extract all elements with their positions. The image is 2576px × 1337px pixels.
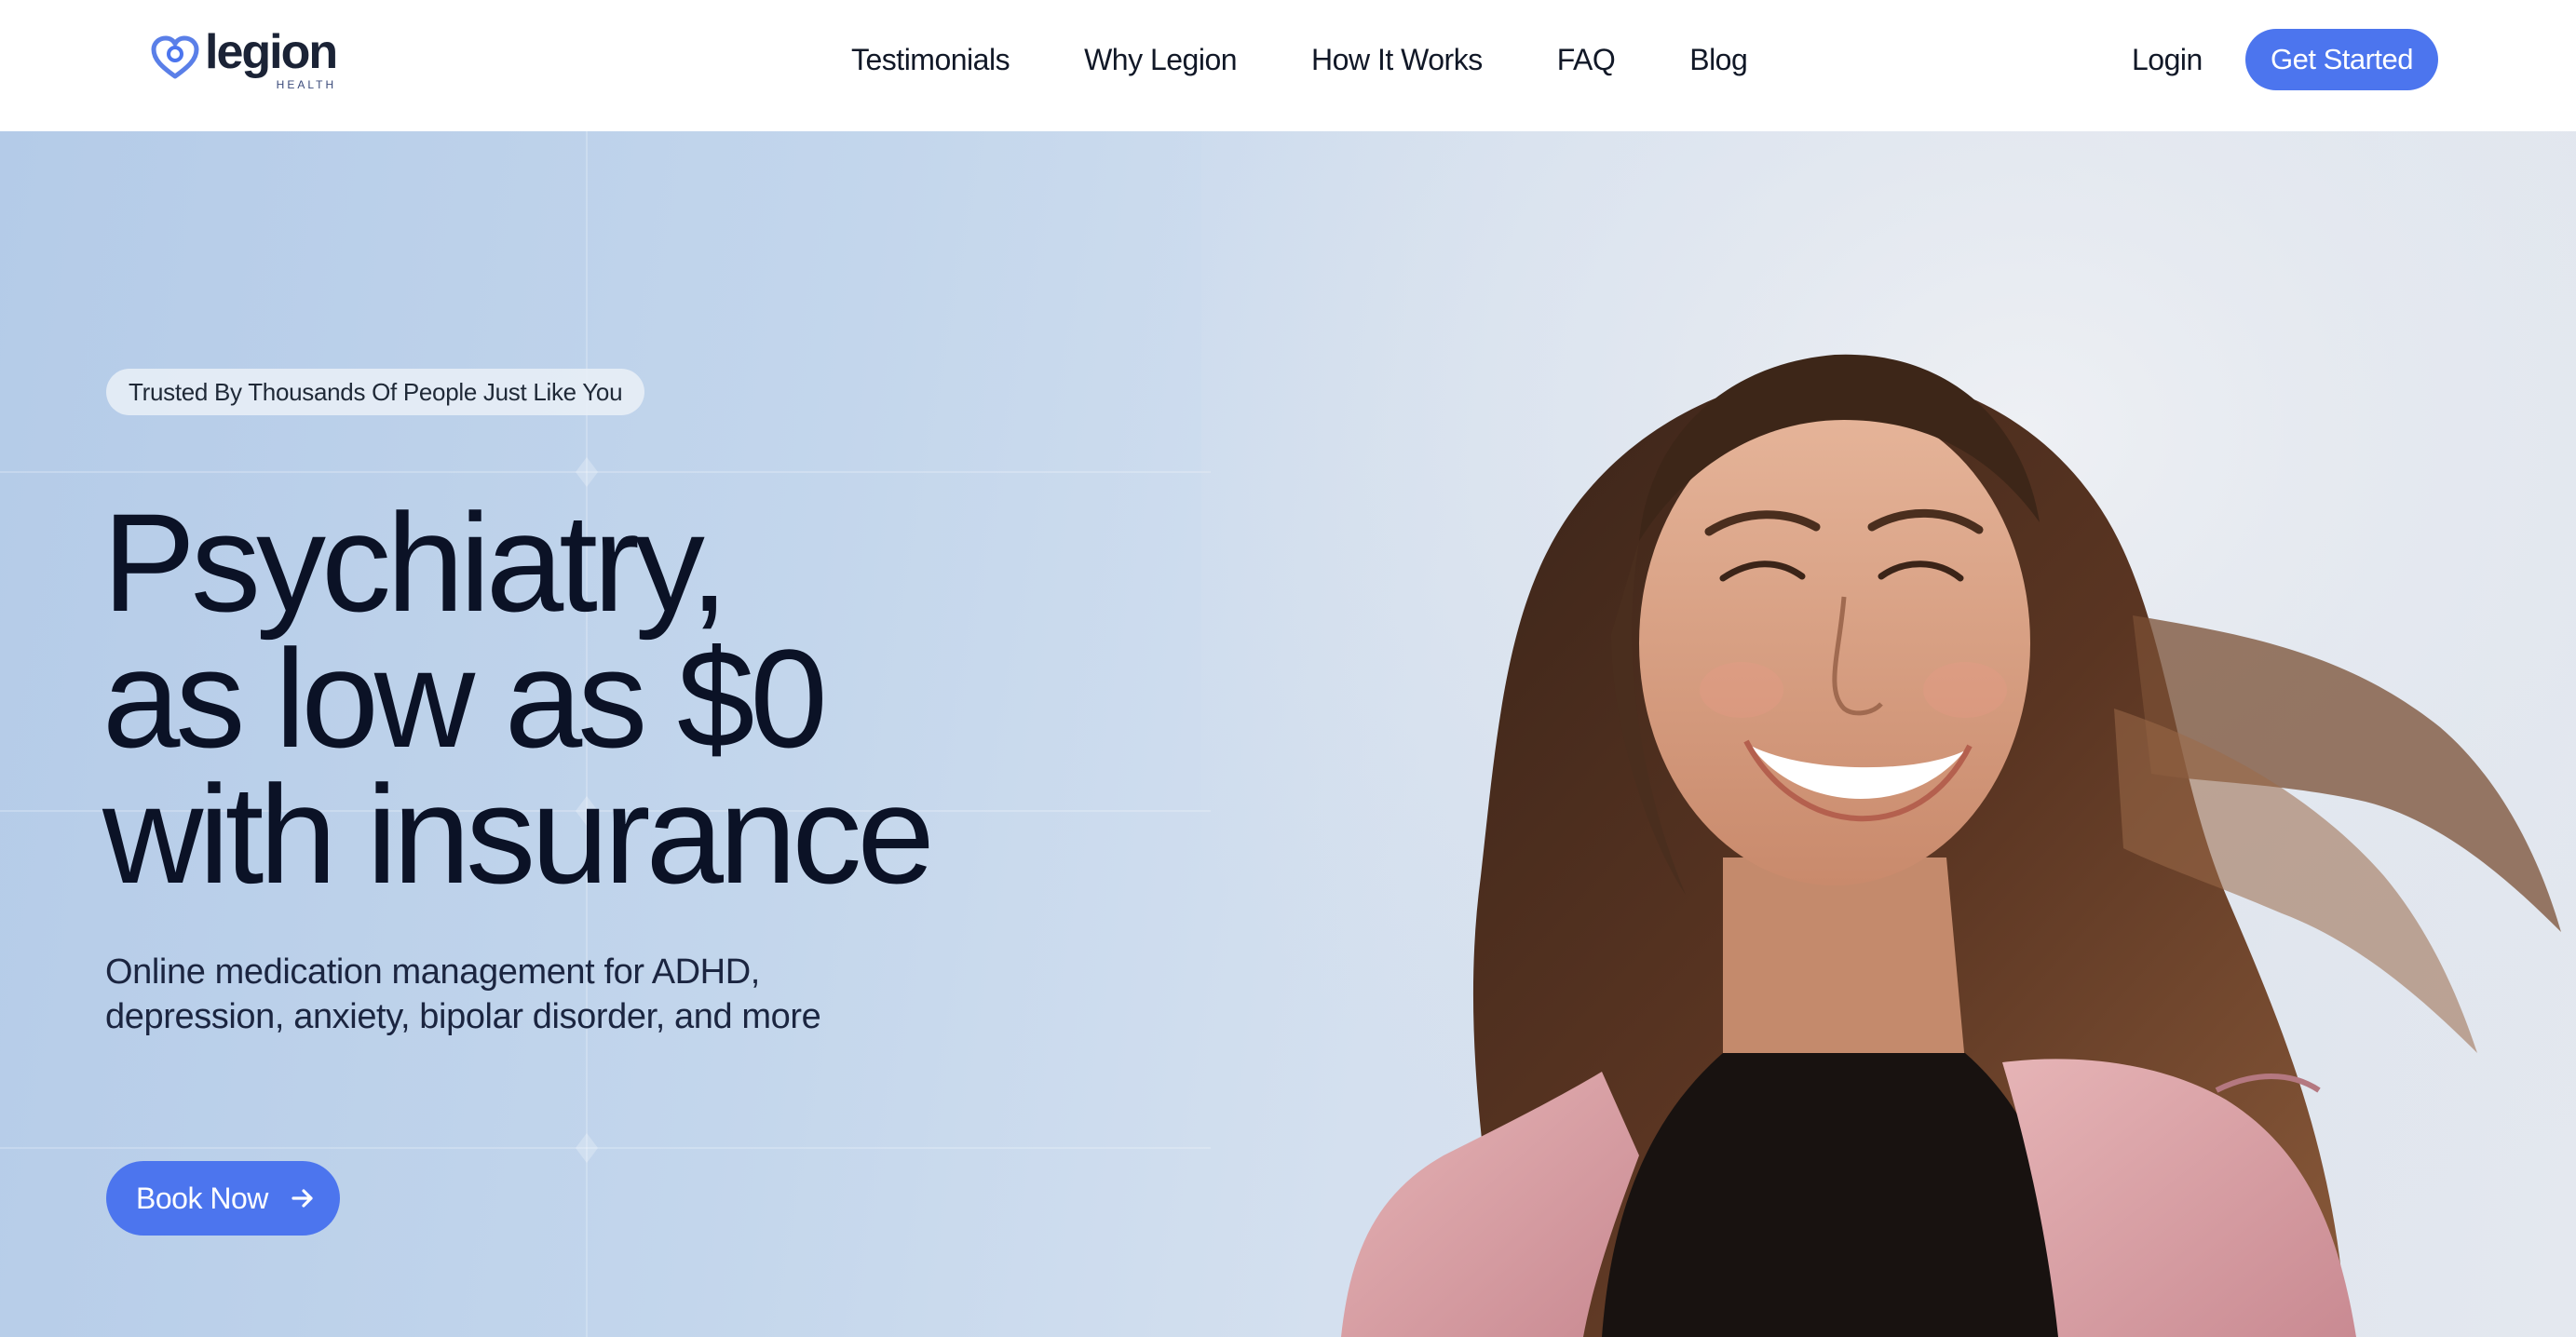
smiling-woman-photo xyxy=(1201,131,2576,1337)
headline-line-3: with insurance xyxy=(102,756,935,912)
brand-wordmark: legion HEALTH xyxy=(205,25,338,91)
nav-link-blog[interactable]: Blog xyxy=(1689,43,1748,77)
main-nav: Testimonials Why Legion How It Works FAQ… xyxy=(851,34,1748,86)
arrow-right-icon xyxy=(277,1172,329,1224)
hero-headline: Psychiatry, as low as $0 with insurance xyxy=(102,484,1127,912)
nav-link-testimonials[interactable]: Testimonials xyxy=(851,43,1010,77)
heart-logo-icon xyxy=(151,35,199,79)
nav-link-how-it-works[interactable]: How It Works xyxy=(1311,43,1483,77)
login-link[interactable]: Login xyxy=(2132,37,2203,82)
get-started-button[interactable]: Get Started xyxy=(2245,29,2438,90)
headline-line-2: as low as $0 xyxy=(102,620,828,777)
book-now-label: Book Now xyxy=(136,1181,268,1215)
brand-name: legion xyxy=(205,25,338,79)
brand-logo[interactable]: legion HEALTH xyxy=(151,28,346,91)
brand-sub: HEALTH xyxy=(276,78,337,91)
site-header: legion HEALTH Testimonials Why Legion Ho… xyxy=(0,0,2576,131)
headline-line-1: Psychiatry, xyxy=(102,484,728,641)
hero-section: Trusted By Thousands Of People Just Like… xyxy=(0,131,2576,1337)
nav-link-why-legion[interactable]: Why Legion xyxy=(1084,43,1237,77)
trust-badge: Trusted By Thousands Of People Just Like… xyxy=(106,369,645,415)
hero-subtitle: Online medication management for ADHD, d… xyxy=(105,950,943,1039)
book-now-button[interactable]: Book Now xyxy=(106,1161,340,1236)
subtitle-line-1: Online medication management for ADHD, xyxy=(105,952,760,992)
nav-link-faq[interactable]: FAQ xyxy=(1557,43,1616,77)
subtitle-line-2: depression, anxiety, bipolar disorder, a… xyxy=(105,997,821,1036)
